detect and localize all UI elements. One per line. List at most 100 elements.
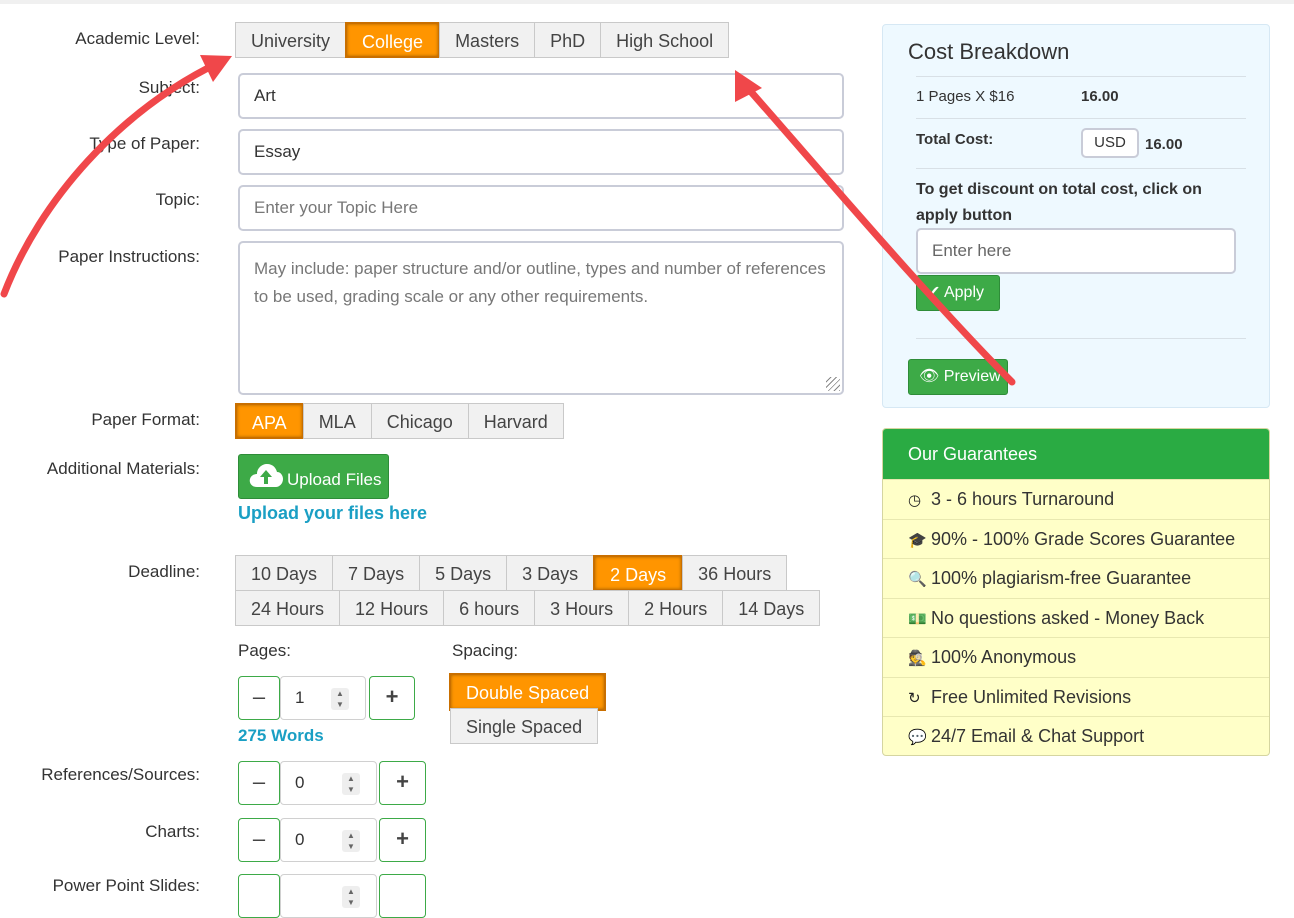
currency-select[interactable]: USD [1081,128,1139,158]
references-spinner[interactable]: ▲ ▼ [342,773,360,795]
academic-level-college[interactable]: College [345,22,441,58]
deadline-14-days[interactable]: 14 Days [722,590,821,626]
academic-level-university[interactable]: University [235,22,347,58]
spacing-single[interactable]: Single Spaced [450,708,599,744]
arrow-left-head [200,55,232,82]
additional-materials-label: Additional Materials: [46,459,200,478]
topic-input[interactable]: Enter your Topic Here [238,185,844,231]
references-plus-button[interactable]: + [379,761,426,805]
guarantee-text: 24/7 Email & Chat Support [931,726,1145,746]
divider [916,338,1246,339]
slides-spinner[interactable]: ▲ ▼ [342,886,360,908]
format-mla[interactable]: MLA [302,403,372,439]
type-of-paper-label: Type of Paper: [89,134,200,153]
search-icon: 🔍 [908,571,927,588]
pages-minus-button[interactable]: – [238,676,280,720]
guarantee-text: 3 - 6 hours Turnaround [931,489,1115,509]
references-input[interactable]: 0 ▲ ▼ [280,761,377,805]
discount-text: To get discount on total cost, click on … [916,181,1202,224]
clock-icon: ◷ [908,492,922,509]
deadline-row-2: 24 Hours 12 Hours 6 hours 3 Hours 2 Hour… [235,590,821,626]
eye-icon: 👁 [919,368,940,385]
power-point-label: Power Point Slides: [52,876,200,895]
references-label: References/Sources: [41,765,200,784]
guarantees-title: Our Guarantees [883,429,1269,479]
deadline-2-days[interactable]: 2 Days [593,555,684,591]
academic-level-high-school[interactable]: High School [600,22,730,58]
guarantee-text: 100% plagiarism-free Guarantee [931,568,1192,588]
academic-level-masters[interactable]: Masters [439,22,536,58]
preview-button[interactable]: 👁 Preview [908,359,1008,395]
deadline-6-hours[interactable]: 6 hours [443,590,536,626]
divider [916,76,1246,77]
charts-plus-button[interactable]: + [379,818,426,862]
format-chicago[interactable]: Chicago [370,403,469,439]
upload-files-button[interactable]: Upload Files [238,454,389,499]
deadline-7-days[interactable]: 7 Days [332,555,421,591]
preview-label: Preview [943,368,1001,385]
deadline-36-hours[interactable]: 36 Hours [682,555,788,591]
deadline-5-days[interactable]: 5 Days [419,555,508,591]
topic-label: Topic: [155,190,200,209]
deadline-2-hours[interactable]: 2 Hours [628,590,724,626]
guarantee-item: 🕵 100% Anonymous [883,637,1269,677]
money-icon: 💵 [908,610,927,628]
check-icon: ✔ [927,284,941,301]
instructions-textarea[interactable]: May include: paper structure and/or outl… [238,241,844,395]
paper-instructions-label: Paper Instructions: [58,247,200,266]
deadline-row-1: 10 Days 7 Days 5 Days 3 Days 2 Days 36 H… [235,555,788,591]
pages-value: 1 [295,688,305,707]
deadline-12-hours[interactable]: 12 Hours [339,590,445,626]
guarantee-item: 🔍 100% plagiarism-free Guarantee [883,558,1269,598]
cost-breakdown-title: Cost Breakdown [908,39,1070,64]
academic-level-group: University College Masters PhD High Scho… [235,22,730,58]
cost-line-label: 1 Pages X $16 [916,88,1015,105]
guarantee-text: 100% Anonymous [931,647,1077,667]
format-apa[interactable]: APA [235,403,304,439]
cost-breakdown-card: Cost Breakdown 1 Pages X $16 16.00 Total… [882,24,1270,408]
paper-type-select[interactable]: Essay [238,129,844,175]
charts-spinner[interactable]: ▲ ▼ [342,830,360,852]
guarantee-text: Free Unlimited Revisions [931,686,1132,707]
references-minus-button[interactable]: – [238,761,280,805]
spacing-double[interactable]: Double Spaced [449,673,607,711]
deadline-24-hours[interactable]: 24 Hours [235,590,341,626]
slides-input[interactable]: ▲ ▼ [280,874,377,918]
academic-level-phd[interactable]: PhD [534,22,602,58]
guarantee-item: ↻ Free Unlimited Revisions [883,676,1269,717]
user-secret-icon: 🕵 [908,650,927,667]
apply-button[interactable]: ✔ Apply [916,275,1000,311]
charts-minus-button[interactable]: – [238,818,280,862]
cloud-upload-icon [249,464,283,487]
charts-value: 0 [295,830,305,849]
academic-level-label: Academic Level: [75,29,200,48]
resize-handle[interactable] [826,377,840,391]
divider [916,118,1246,119]
charts-label: Charts: [145,822,200,841]
slides-minus-button[interactable] [238,874,280,918]
guarantee-item: 💬 24/7 Email & Chat Support [883,716,1269,755]
words-count: 275 Words [238,726,324,745]
subject-select[interactable]: Art [238,73,844,119]
deadline-10-days[interactable]: 10 Days [235,555,334,591]
deadline-3-days[interactable]: 3 Days [506,555,595,591]
paper-format-label: Paper Format: [91,410,200,429]
deadline-label: Deadline: [128,562,200,581]
paper-format-group: APA MLA Chicago Harvard [235,403,564,439]
charts-input[interactable]: 0 ▲ ▼ [280,818,377,862]
format-harvard[interactable]: Harvard [467,403,564,439]
pages-label: Pages: [238,641,291,660]
upload-files-link[interactable]: Upload your files here [238,503,427,524]
guarantee-text: 90% - 100% Grade Scores Guarantee [931,528,1236,549]
pages-plus-button[interactable]: + [369,676,415,720]
cost-line-amount: 16.00 [1081,88,1119,105]
guarantee-text: No questions asked - Money Back [931,607,1205,628]
deadline-3-hours[interactable]: 3 Hours [534,590,630,626]
guarantees-panel: Our Guarantees ◷ 3 - 6 hours Turnaround … [882,428,1270,756]
slides-plus-button[interactable] [379,874,426,918]
pages-input[interactable]: 1 ▲ ▼ [280,676,366,720]
spacing-label: Spacing: [452,641,519,660]
discount-input[interactable]: Enter here [916,228,1236,274]
apply-label: Apply [943,284,984,301]
pages-spinner[interactable]: ▲ ▼ [331,688,349,710]
